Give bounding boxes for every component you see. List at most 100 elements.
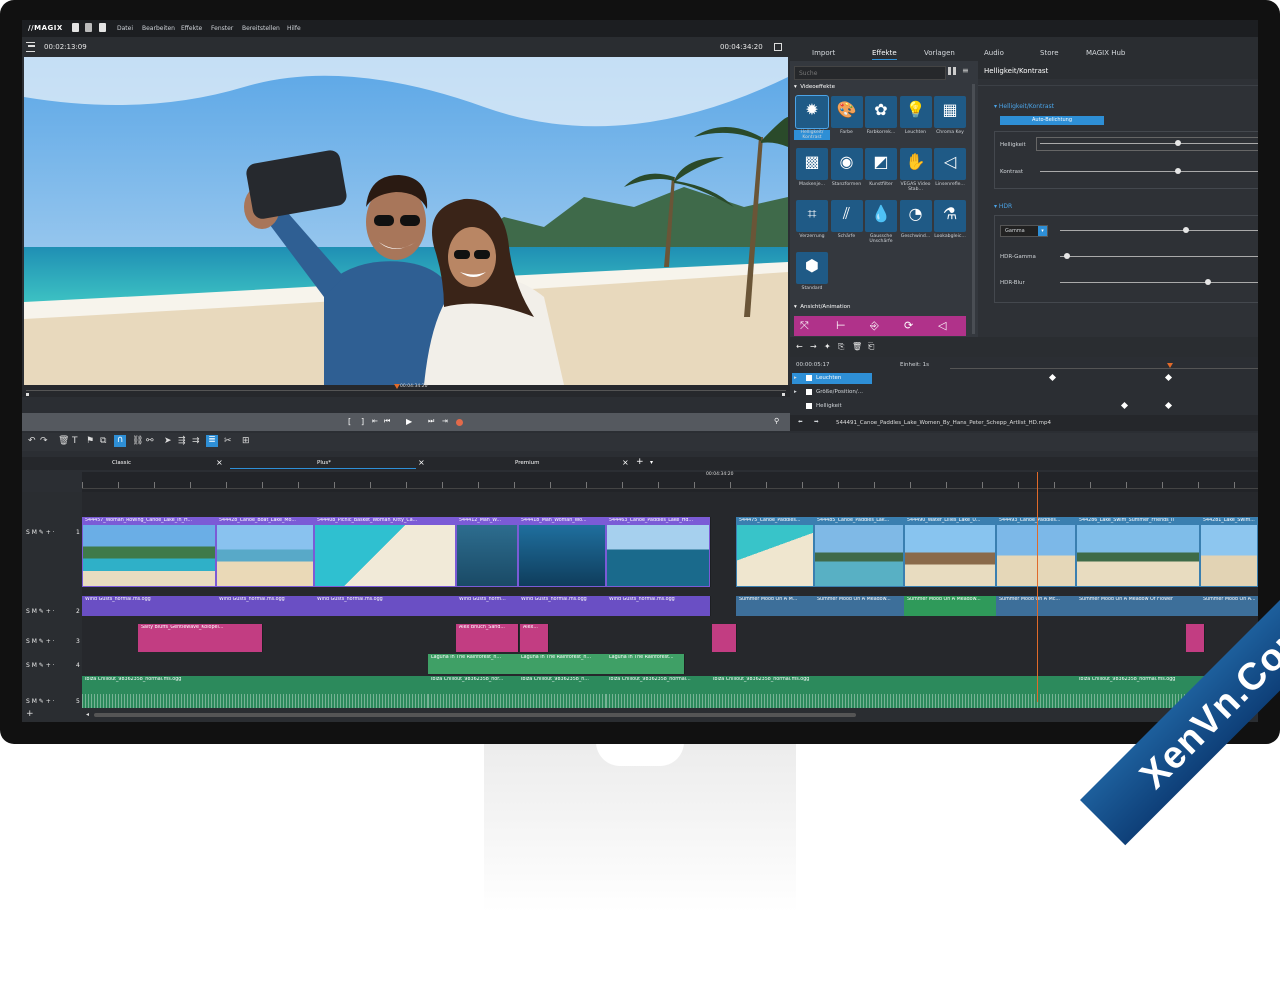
kf-row-checkbox-3[interactable] xyxy=(806,403,812,409)
track-controls[interactable]: S M ✎ + · xyxy=(26,638,55,645)
kf-copy-icon[interactable]: ⎘ xyxy=(838,342,844,352)
menu-hilfe[interactable]: Hilfe xyxy=(287,25,301,32)
hamburger-icon[interactable] xyxy=(26,42,35,52)
anim-rotate-icon[interactable]: ⟳ xyxy=(904,319,913,332)
scrub-start[interactable] xyxy=(26,393,29,396)
effect-clip[interactable]: Alex Bnuch_Sand... xyxy=(456,624,519,652)
effect-tile[interactable]: ✋ xyxy=(899,148,932,180)
menu-fenster[interactable]: Fenster xyxy=(211,25,233,32)
video-clip[interactable]: 544490_Water_Lilies_Lake_U... xyxy=(904,517,997,587)
gamma-select[interactable]: Gamma ▾ xyxy=(1000,225,1048,237)
effect-clip[interactable] xyxy=(1186,624,1205,652)
effect-tile[interactable]: ⬢ xyxy=(796,252,828,284)
kf-row-1[interactable]: Leuchten xyxy=(816,375,841,381)
effect-tile[interactable]: 💧 xyxy=(865,200,897,232)
link-clips-icon[interactable]: ⛓ xyxy=(132,436,143,446)
timeline-scrollbar[interactable] xyxy=(94,713,856,717)
mark-in-icon[interactable]: [ xyxy=(348,417,351,426)
tab-import[interactable]: Import xyxy=(812,49,835,57)
menu-bearbeiten[interactable]: Bearbeiten xyxy=(142,25,175,32)
track-controls[interactable]: S M ✎ + · xyxy=(26,698,55,705)
timeline-ruler[interactable]: 00:04:34:20 xyxy=(82,472,1258,492)
slider-knob[interactable] xyxy=(1063,253,1070,259)
hdr-gamma-slider[interactable] xyxy=(1060,253,1258,259)
open-folder-icon[interactable] xyxy=(85,23,92,32)
kf-row-checkbox-1[interactable] xyxy=(806,375,812,381)
title-icon[interactable]: T xyxy=(72,436,78,446)
effect-tile[interactable]: 💡 xyxy=(899,96,932,128)
audio-clip[interactable]: Summer Mood On A... xyxy=(1200,596,1258,616)
effect-tile[interactable]: ⫽ xyxy=(830,200,863,232)
kf-row-checkbox-2[interactable] xyxy=(806,389,812,395)
save-icon[interactable] xyxy=(99,23,106,32)
play-icon[interactable]: ▶ xyxy=(406,417,412,426)
tab-classic[interactable]: Classic xyxy=(112,460,131,466)
close-tab-classic-icon[interactable]: × xyxy=(216,458,223,467)
go-start-icon[interactable]: ⇤ xyxy=(372,417,378,425)
group-icon[interactable]: ⧉ xyxy=(100,436,106,446)
prev-marker-icon[interactable]: ⏮ xyxy=(384,417,390,426)
kf-delete-icon[interactable]: 🗑 xyxy=(852,342,862,351)
effect-tile[interactable]: ◁ xyxy=(934,148,966,180)
audio-clip[interactable]: Wind Gusts_norm... xyxy=(456,596,519,616)
scroll-left-icon[interactable]: ◂ xyxy=(86,711,89,718)
audio-clip[interactable]: Wind Gusts_normal.ms.ogg xyxy=(518,596,607,616)
menu-bereitstellen[interactable]: Bereitstellen xyxy=(242,25,280,32)
unlink-icon[interactable]: ⚯ xyxy=(146,436,154,446)
video-clip[interactable]: 544428_Canoe_Boat_Lake_Mo... xyxy=(216,517,315,587)
effect-tile[interactable]: 🎨 xyxy=(830,96,863,128)
timeline-area[interactable]: 544457_Woman_Rowing_Canoe_Lake_In_H... 54… xyxy=(82,492,1258,722)
hdr-blur-slider[interactable] xyxy=(1060,279,1258,285)
track-controls[interactable]: S M ✎ + · xyxy=(26,529,55,536)
effect-tile[interactable]: ◔ xyxy=(899,200,932,232)
contrast-slider[interactable] xyxy=(1040,168,1258,174)
add-tab-icon[interactable]: + xyxy=(636,457,644,467)
undo-icon[interactable]: ↶ xyxy=(28,436,36,446)
mouse-mode-icon[interactable]: ➤ xyxy=(164,436,172,446)
preview-scrubber[interactable]: 00:04:34:20 xyxy=(22,384,790,397)
effect-tile[interactable]: ✹ xyxy=(795,95,829,129)
effect-tile[interactable]: ⌗ xyxy=(796,200,828,232)
audio-clip[interactable]: Wind Gusts_normal.ms.ogg xyxy=(314,596,457,616)
tab-plus[interactable]: Plus* xyxy=(317,460,331,466)
delete-icon[interactable]: 🗑 xyxy=(58,436,69,446)
tab-audio[interactable]: Audio xyxy=(984,49,1004,57)
video-clip[interactable]: 544281_Lake_Swim... xyxy=(1200,517,1258,587)
animation-tiles[interactable]: ⤧ ⊢ ⎆ ⟳ ◁ xyxy=(794,316,966,336)
ripple-icon[interactable]: ⇶ xyxy=(178,436,186,446)
tab-menu-icon[interactable]: ▾ xyxy=(650,459,653,466)
kf-row-2[interactable]: Größe/Position/... xyxy=(816,389,863,395)
audio-clip[interactable]: Summer Mood On A Meadow... xyxy=(814,596,905,616)
video-clip[interactable]: 544408_Picnic_Basket_Woman_Kitty_Ca... xyxy=(314,517,457,587)
split-icon[interactable]: ✂ xyxy=(224,436,232,446)
effects-search-input[interactable]: Suche xyxy=(794,66,946,80)
tab-magix-hub[interactable]: MAGIX Hub xyxy=(1086,49,1125,57)
audio-clip[interactable]: Laguna In The Rainforest_n... xyxy=(518,654,607,674)
record-icon[interactable] xyxy=(456,419,463,426)
kf-add-icon[interactable]: ✦ xyxy=(824,342,831,351)
keyframe-diamond[interactable] xyxy=(1048,373,1057,382)
video-clip[interactable]: 544457_Woman_Rowing_Canoe_Lake_In_H... xyxy=(82,517,217,587)
playhead[interactable] xyxy=(1037,472,1038,702)
new-file-icon[interactable] xyxy=(72,23,79,32)
video-clip[interactable]: 544463_Canoe_Paddles_Lake_Hd... xyxy=(606,517,711,587)
next-marker-icon[interactable]: ⏭ xyxy=(428,417,434,426)
effect-tile[interactable]: ◩ xyxy=(865,148,897,180)
effects-scrollbar[interactable] xyxy=(972,84,975,334)
track-controls[interactable]: S M ✎ + · xyxy=(26,608,55,615)
audio-clip[interactable]: Summer Mood On A Meadow... xyxy=(904,596,997,616)
video-preview[interactable] xyxy=(24,57,788,385)
audio-clip[interactable]: Laguna In The Rainforest... xyxy=(606,654,685,674)
brightness-slider[interactable] xyxy=(1040,140,1258,146)
tab-store[interactable]: Store xyxy=(1040,49,1059,57)
effect-tile[interactable]: ⚗ xyxy=(934,200,966,232)
props-section-hdr[interactable]: ▾ HDR xyxy=(994,203,1012,210)
tab-vorlagen[interactable]: Vorlagen xyxy=(924,49,955,57)
effect-tile[interactable]: ▦ xyxy=(934,96,966,128)
video-clip[interactable]: 544412_Man_W... xyxy=(456,517,519,587)
effect-clip[interactable] xyxy=(712,624,737,652)
track-controls[interactable]: S M ✎ + · xyxy=(26,662,55,669)
audio-clip[interactable]: Laguna In The Rainforest_n... xyxy=(428,654,519,674)
effect-tile[interactable]: ✿ xyxy=(865,96,897,128)
effects-section-anim[interactable]: ▾ Ansicht/Animation xyxy=(794,304,850,310)
